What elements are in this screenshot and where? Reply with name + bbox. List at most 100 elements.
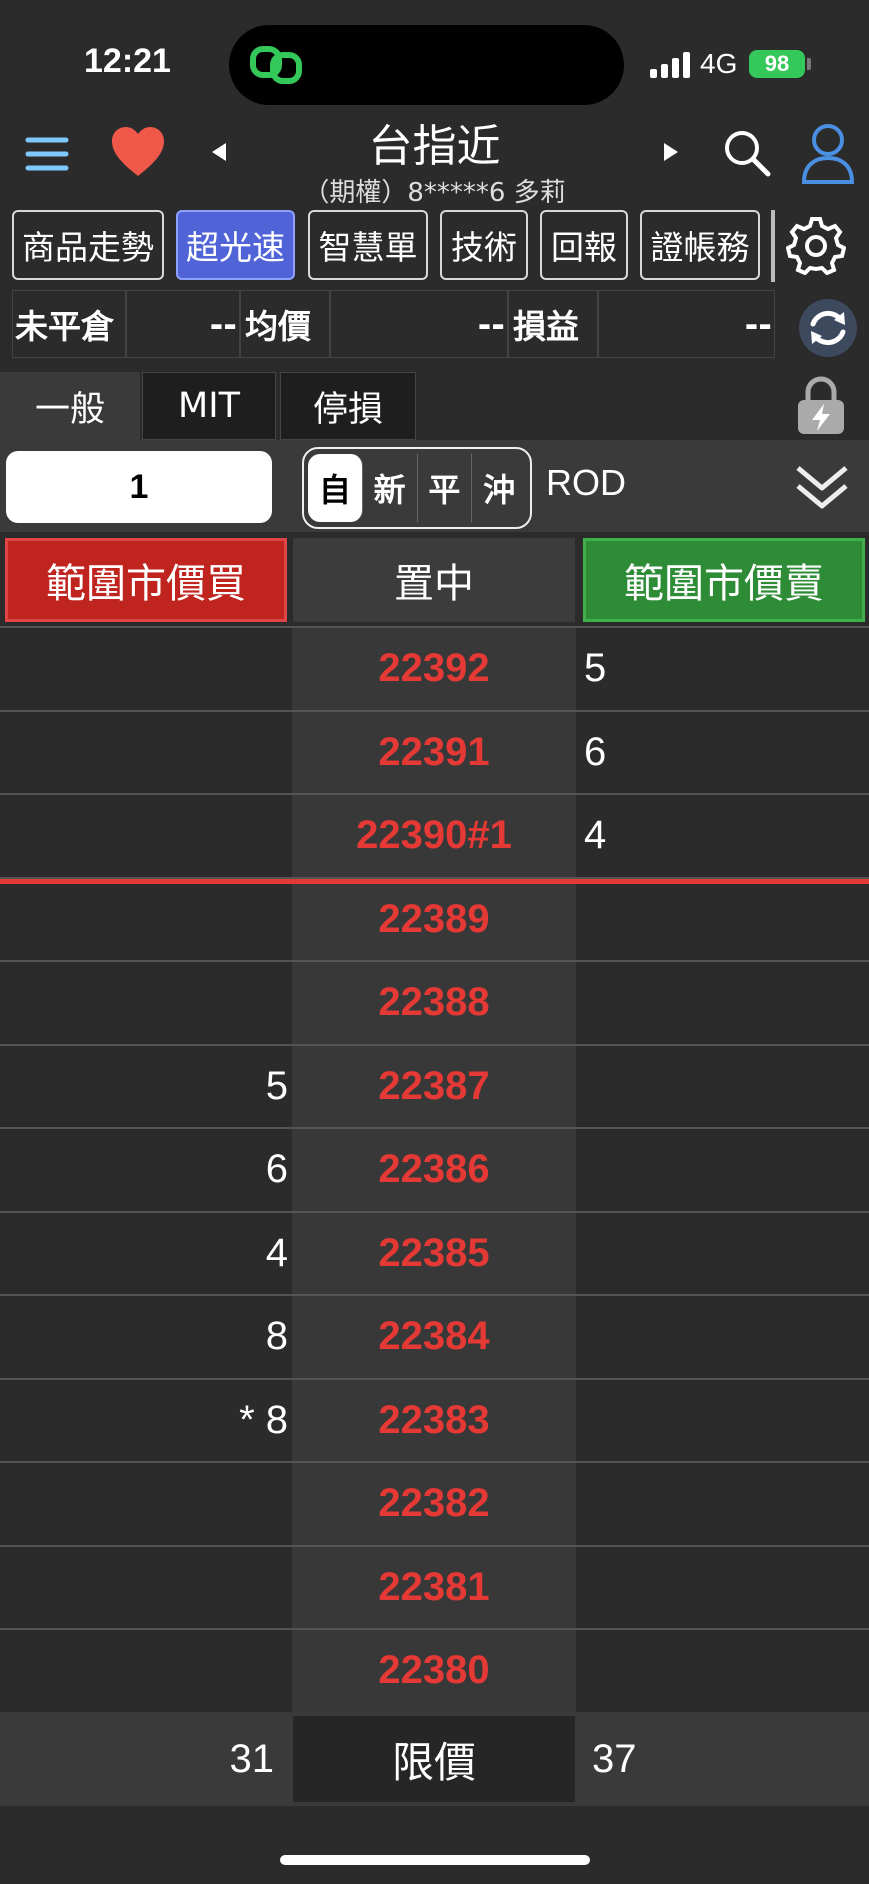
buy-quantity-cell[interactable] [0, 628, 290, 710]
avg-price-label: 均價 [240, 290, 330, 358]
sell-quantity-cell[interactable] [582, 1129, 869, 1211]
sell-quantity-cell[interactable] [582, 1463, 869, 1545]
mode-auto-button[interactable]: 自 [308, 454, 363, 522]
pnl-value: -- [598, 290, 775, 358]
next-arrow-icon[interactable] [664, 143, 678, 161]
price-cell[interactable]: 22382 [292, 1463, 576, 1545]
home-indicator[interactable] [280, 1855, 590, 1865]
nav-super-speed-button[interactable]: 超光速 [176, 210, 295, 280]
ladder-row: 6 22386 [0, 1127, 869, 1211]
buy-quantity-cell[interactable] [0, 712, 290, 794]
gear-icon[interactable] [786, 215, 846, 275]
tab-mit[interactable]: MIT [142, 372, 276, 440]
nav-product-trend-button[interactable]: 商品走勢 [12, 210, 164, 280]
ladder-row: 22382 [0, 1461, 869, 1545]
sell-quantity-cell[interactable] [582, 879, 869, 961]
dynamic-island [229, 25, 624, 105]
price-cell[interactable]: 22385 [292, 1212, 576, 1294]
buy-quantity-cell[interactable] [0, 1463, 290, 1545]
price-cell[interactable]: 22391 [292, 711, 576, 793]
search-icon[interactable] [722, 128, 772, 178]
range-market-sell-button[interactable]: 範圍市價賣 [583, 538, 865, 622]
double-chevron-down-icon[interactable] [794, 462, 850, 514]
limit-price-button[interactable]: 限價 [293, 1716, 575, 1802]
open-position-label: 未平倉 [12, 290, 126, 358]
clock: 12:21 [84, 42, 171, 80]
position-summary: 未平倉 -- 均價 -- 損益 -- [12, 290, 775, 358]
ladder-row: 8 22384 [0, 1294, 869, 1378]
sell-quantity-cell[interactable]: 4 [582, 795, 869, 877]
open-position-value: -- [126, 290, 240, 358]
nav-report-button[interactable]: 回報 [540, 210, 628, 280]
signal-icon [650, 52, 690, 78]
mode-close-button[interactable]: 平 [418, 454, 473, 522]
price-cell[interactable]: 22381 [292, 1546, 576, 1628]
price-cell[interactable]: 22390#1 [292, 795, 576, 877]
sell-quantity-cell[interactable]: 5 [582, 628, 869, 710]
price-ladder: 22392 5 22391 6 22390#1 4 22389 22388 5 22387 6 223… [0, 626, 869, 1712]
total-buy-quantity: 31 [229, 1736, 275, 1781]
time-in-force-selector[interactable]: ROD [546, 462, 626, 504]
mode-daytrade-button[interactable]: 沖 [472, 454, 526, 522]
nav-smart-order-button[interactable]: 智慧單 [308, 210, 428, 280]
battery-tip [807, 58, 811, 70]
ladder-row: 22389 [0, 876, 869, 961]
ladder-row: 5 22387 [0, 1043, 869, 1128]
battery-icon: 98 [749, 50, 805, 78]
price-cell[interactable]: 22392 [292, 628, 576, 710]
buy-quantity-cell[interactable] [0, 1630, 290, 1712]
ladder-row: 4 22385 [0, 1210, 869, 1295]
buy-quantity-cell[interactable]: 6 [0, 1129, 290, 1211]
network-type: 4G [700, 48, 738, 79]
sell-quantity-cell[interactable] [582, 1213, 869, 1295]
sell-quantity-cell[interactable] [582, 1046, 869, 1128]
user-icon[interactable] [800, 122, 856, 184]
price-cell[interactable]: 22388 [292, 962, 576, 1044]
sell-quantity-cell[interactable] [582, 1296, 869, 1378]
buy-quantity-cell[interactable] [0, 1547, 290, 1629]
buy-quantity-cell[interactable] [0, 879, 290, 961]
nav-account-button[interactable]: 證帳務 [640, 210, 760, 280]
avg-price-value: -- [330, 290, 508, 358]
refresh-icon[interactable] [798, 298, 858, 358]
price-cell[interactable]: 22386 [292, 1129, 576, 1211]
ladder-row: 22381 [0, 1544, 869, 1629]
buy-quantity-cell[interactable] [0, 962, 290, 1044]
price-cell[interactable]: 22383 [292, 1379, 576, 1461]
buy-quantity-cell[interactable]: 4 [0, 1213, 290, 1295]
last-price-line [0, 879, 869, 884]
buy-quantity-cell[interactable]: * 8 [0, 1380, 290, 1462]
order-mode-selector: 自 新 平 沖 [302, 447, 532, 529]
lock-icon[interactable] [790, 374, 852, 436]
sell-quantity-cell[interactable] [582, 1380, 869, 1462]
buy-quantity-cell[interactable]: 5 [0, 1046, 290, 1128]
sell-quantity-cell[interactable] [582, 1630, 869, 1712]
nav-divider [771, 210, 775, 282]
price-cell[interactable]: 22387 [292, 1045, 576, 1127]
ladder-row: 22392 5 [0, 626, 869, 710]
buy-quantity-cell[interactable]: 8 [0, 1296, 290, 1378]
link-app-icon [250, 46, 302, 84]
total-sell-quantity: 37 [592, 1736, 637, 1781]
center-button[interactable]: 置中 [293, 538, 575, 622]
sell-quantity-cell[interactable] [582, 962, 869, 1044]
price-cell[interactable]: 22389 [292, 878, 576, 960]
ladder-row: 22380 [0, 1628, 869, 1712]
price-cell[interactable]: 22384 [292, 1296, 576, 1378]
status-bar: 12:21 4G 98 [0, 0, 869, 110]
nav-technical-button[interactable]: 技術 [440, 210, 528, 280]
ladder-row: 22390#1 4 [0, 793, 869, 877]
ladder-row: * 8 22383 [0, 1377, 869, 1462]
price-cell[interactable]: 22380 [292, 1630, 576, 1712]
sell-quantity-cell[interactable]: 6 [582, 712, 869, 794]
pnl-label: 損益 [508, 290, 598, 358]
mode-new-button[interactable]: 新 [363, 454, 418, 522]
ladder-row: 22388 [0, 960, 869, 1044]
sell-quantity-cell[interactable] [582, 1547, 869, 1629]
tab-general[interactable]: 一般 [0, 372, 140, 440]
buy-quantity-cell[interactable] [0, 795, 290, 877]
quantity-input[interactable] [6, 451, 272, 523]
range-market-buy-button[interactable]: 範圍市價買 [5, 538, 287, 622]
tab-stop-loss[interactable]: 停損 [280, 372, 416, 440]
ladder-row: 22391 6 [0, 709, 869, 794]
